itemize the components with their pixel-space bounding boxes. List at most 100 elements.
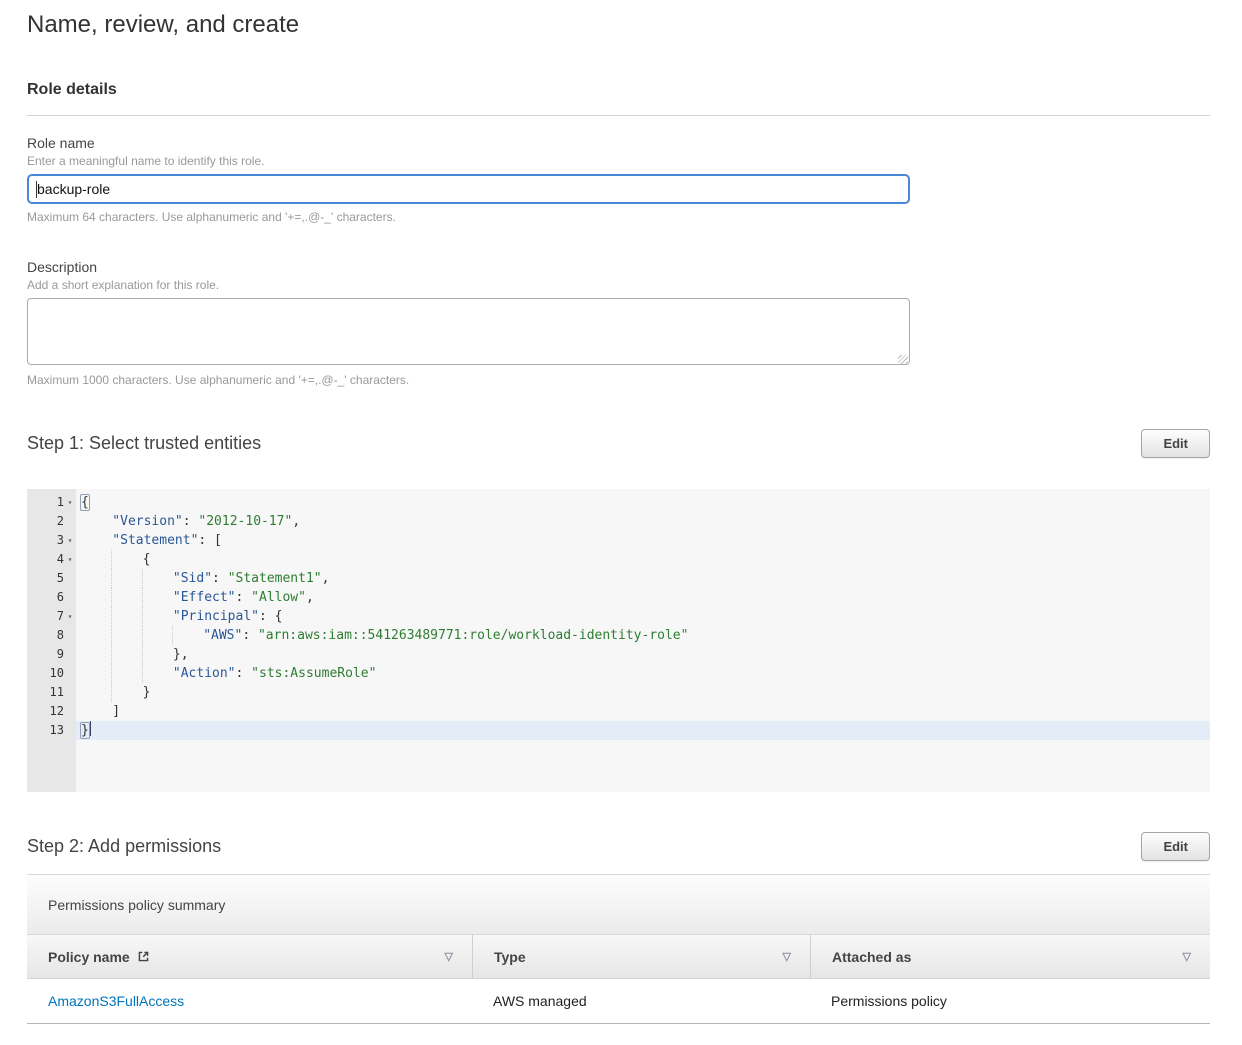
- code-line[interactable]: "Statement": [: [76, 531, 1210, 550]
- indent-guide: [111, 607, 142, 626]
- fold-toggle-icon[interactable]: ▾: [64, 607, 76, 626]
- permissions-summary-title: Permissions policy summary: [48, 897, 225, 913]
- permissions-summary-header: Permissions policy summary: [27, 875, 1210, 934]
- indent-guide: [81, 550, 112, 569]
- code-line[interactable]: "Principal": {: [76, 607, 1210, 626]
- json-punctuation: :: [236, 590, 252, 605]
- code-line[interactable]: }: [76, 721, 1210, 740]
- sort-icon[interactable]: ▽: [445, 950, 453, 963]
- sort-icon[interactable]: ▽: [1183, 950, 1191, 963]
- indent-guide: [111, 683, 142, 702]
- code-line[interactable]: },: [76, 645, 1210, 664]
- resize-handle-icon[interactable]: [898, 355, 908, 365]
- indent-guide: [111, 550, 142, 569]
- json-key: "Statement": [112, 533, 198, 548]
- table-row: AmazonS3FullAccess AWS managed Permissio…: [27, 979, 1210, 1024]
- code-line[interactable]: {: [76, 493, 1210, 512]
- json-punctuation: ,: [292, 514, 300, 529]
- line-number: 1: [57, 493, 64, 512]
- indent-guide: [142, 664, 173, 683]
- json-key: "Version": [112, 514, 182, 529]
- step2-header-row: Step 2: Add permissions Edit: [27, 832, 1210, 861]
- indent-guide: [81, 702, 112, 721]
- indent-guide: [142, 607, 173, 626]
- gutter-line: 13: [27, 721, 76, 740]
- json-punctuation: ,: [306, 590, 314, 605]
- gutter-line: 3▾: [27, 531, 76, 550]
- json-punctuation: :: [212, 571, 228, 586]
- editor-gutter: 1▾23▾4▾567▾8910111213: [27, 489, 76, 792]
- code-line[interactable]: "Sid": "Statement1",: [76, 569, 1210, 588]
- column-header-type[interactable]: Type ▽: [472, 935, 810, 978]
- indent-guide: [81, 683, 112, 702]
- json-punctuation: {: [143, 552, 151, 567]
- gutter-line: 9: [27, 645, 76, 664]
- gutter-line: 8: [27, 626, 76, 645]
- code-line[interactable]: "Action": "sts:AssumeRole": [76, 664, 1210, 683]
- indent-guide: [81, 626, 112, 645]
- gutter-line: 4▾: [27, 550, 76, 569]
- editor-code-area[interactable]: {"Version": "2012-10-17","Statement": [{…: [76, 489, 1210, 792]
- line-number: 5: [57, 569, 64, 588]
- description-constraint: Maximum 1000 characters. Use alphanumeri…: [27, 373, 1210, 387]
- json-string: "2012-10-17": [198, 514, 292, 529]
- policy-name-header-label: Policy name: [48, 949, 150, 965]
- gutter-line: 6: [27, 588, 76, 607]
- line-number: 11: [50, 683, 64, 702]
- indent-guide: [172, 626, 203, 645]
- code-line[interactable]: }: [76, 683, 1210, 702]
- step2-edit-button[interactable]: Edit: [1141, 832, 1210, 861]
- step1-title: Step 1: Select trusted entities: [27, 433, 261, 454]
- column-header-attached-as[interactable]: Attached as ▽: [810, 935, 1210, 978]
- role-name-constraint: Maximum 64 characters. Use alphanumeric …: [27, 210, 1210, 224]
- json-punctuation: {: [80, 494, 90, 511]
- permissions-panel: Permissions policy summary Policy name ▽…: [27, 874, 1210, 1024]
- json-string: "Statement1": [228, 571, 322, 586]
- indent-guide: [142, 569, 173, 588]
- step2-title: Step 2: Add permissions: [27, 836, 221, 857]
- fold-toggle-icon[interactable]: ▾: [64, 493, 76, 512]
- json-punctuation: },: [173, 647, 189, 662]
- code-line[interactable]: ]: [76, 702, 1210, 721]
- json-punctuation: : [: [198, 533, 221, 548]
- description-textarea[interactable]: [27, 298, 910, 365]
- line-number: 10: [50, 664, 64, 683]
- sort-icon[interactable]: ▽: [783, 950, 791, 963]
- code-line[interactable]: "Version": "2012-10-17",: [76, 512, 1210, 531]
- code-line[interactable]: {: [76, 550, 1210, 569]
- line-number: 2: [57, 512, 64, 531]
- indent-guide: [142, 645, 173, 664]
- json-key: "Action": [173, 666, 236, 681]
- line-number: 9: [57, 645, 64, 664]
- indent-guide: [81, 512, 112, 531]
- gutter-line: 2: [27, 512, 76, 531]
- json-punctuation: ]: [112, 704, 120, 719]
- page-title: Name, review, and create: [27, 8, 1210, 42]
- indent-guide: [111, 645, 142, 664]
- code-line[interactable]: "AWS": "arn:aws:iam::541263489771:role/w…: [76, 626, 1210, 645]
- indent-guide: [81, 569, 112, 588]
- line-number: 8: [57, 626, 64, 645]
- code-line[interactable]: "Effect": "Allow",: [76, 588, 1210, 607]
- role-details-divider: [27, 115, 1210, 116]
- line-number: 7: [57, 607, 64, 626]
- fold-toggle-icon[interactable]: ▾: [64, 531, 76, 550]
- json-punctuation: }: [80, 722, 90, 739]
- role-name-label: Role name: [27, 135, 1210, 152]
- role-name-input[interactable]: backup-role: [27, 174, 910, 204]
- column-header-policy-name[interactable]: Policy name ▽: [27, 935, 472, 978]
- policy-name-link[interactable]: AmazonS3FullAccess: [48, 993, 184, 1009]
- json-key: "AWS": [203, 628, 242, 643]
- step1-edit-button[interactable]: Edit: [1141, 429, 1210, 458]
- trust-policy-editor[interactable]: 1▾23▾4▾567▾8910111213 {"Version": "2012-…: [27, 489, 1210, 792]
- line-number: 3: [57, 531, 64, 550]
- line-number: 12: [50, 702, 64, 721]
- gutter-line: 5: [27, 569, 76, 588]
- policy-name-cell: AmazonS3FullAccess: [27, 979, 472, 1023]
- json-punctuation: :: [183, 514, 199, 529]
- json-punctuation: :: [242, 628, 258, 643]
- indent-guide: [81, 645, 112, 664]
- fold-toggle-icon[interactable]: ▾: [64, 550, 76, 569]
- gutter-line: 12: [27, 702, 76, 721]
- indent-guide: [142, 588, 173, 607]
